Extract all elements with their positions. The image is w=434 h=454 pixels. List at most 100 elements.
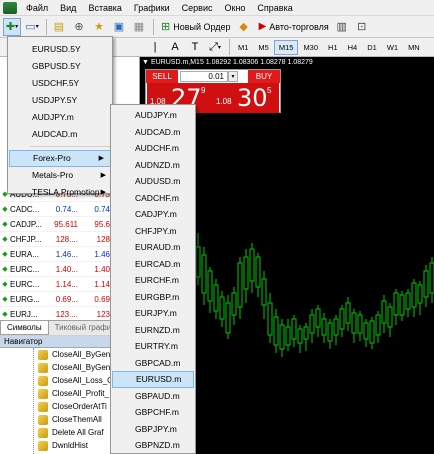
buy-button[interactable]: BUY <box>248 70 280 83</box>
submenu-item-symbol[interactable]: GBPJPY.m <box>111 421 195 438</box>
table-row[interactable]: ◆ EURA... 1.46... 1.46 <box>0 247 110 262</box>
navigator-icon[interactable]: ★ <box>90 18 108 36</box>
tf-w1[interactable]: W1 <box>382 40 403 55</box>
candle-body <box>363 322 369 340</box>
submenu-item-symbol[interactable]: AUDJPY.m <box>111 107 195 124</box>
table-row[interactable]: ◆ EURC... 1.14... 1.14 <box>0 277 110 292</box>
submenu-item-symbol[interactable]: AUDNZD.m <box>111 157 195 174</box>
autotrading-icon: ▶ <box>258 21 267 32</box>
candle-body <box>339 308 345 330</box>
menu-item-symbol[interactable]: AUDCAD.m <box>8 126 112 143</box>
candle-body <box>345 302 351 324</box>
tf-m1[interactable]: M1 <box>233 40 253 55</box>
menu-charts[interactable]: Графики <box>128 0 176 16</box>
submenu-item-symbol[interactable]: EURCHF.m <box>111 272 195 289</box>
candle-body <box>369 320 375 344</box>
candle-body <box>273 316 279 346</box>
submenu-item-symbol[interactable]: AUDCAD.m <box>111 124 195 141</box>
candle-body <box>249 248 255 282</box>
submenu-item-symbol[interactable]: GBPNZD.m <box>111 437 195 454</box>
menu-item-symbol[interactable]: USDCHF.5Y <box>8 75 112 92</box>
sell-button[interactable]: SELL <box>146 70 178 83</box>
table-row[interactable]: ◆ CADC... 0.74... 0.74 <box>0 202 110 217</box>
market-watch-icon[interactable]: ▤ <box>50 18 68 36</box>
tf-mn[interactable]: MN <box>403 40 425 55</box>
new-order-button[interactable]: ⊞ Новый Ордер <box>157 18 235 36</box>
autotrading-button[interactable]: ▶ Авто-торговля <box>255 18 333 36</box>
candle-body <box>393 292 399 316</box>
candle-body <box>357 314 363 334</box>
menu-file[interactable]: Файл <box>20 0 54 16</box>
menu-item-symbol[interactable]: AUDJPY.m <box>8 109 112 126</box>
new-chart-icon[interactable]: ✚ ▾ <box>3 17 21 36</box>
candle-body <box>243 256 249 290</box>
menu-item-tesla-promotion[interactable]: TESLA Promotion ▶ <box>8 184 112 201</box>
candle-body <box>219 296 225 320</box>
submenu-arrow-icon: ▶ <box>100 189 106 196</box>
tab-tick-chart[interactable]: Тиковый графи <box>49 321 119 335</box>
submenu-item-symbol[interactable]: CHFJPY.m <box>111 223 195 240</box>
submenu-item-symbol[interactable]: GBPCHF.m <box>111 404 195 421</box>
metaeditor-icon[interactable]: ◆ <box>235 18 253 36</box>
submenu-item-symbol[interactable]: EURAUD.m <box>111 239 195 256</box>
menu-item-symbol[interactable]: USDJPY.5Y <box>8 92 112 109</box>
profiles-icon[interactable]: ▭ ▾ <box>23 18 41 36</box>
tf-m15[interactable]: M15 <box>273 39 299 55</box>
chart-type-icon[interactable]: ▥ <box>333 18 351 36</box>
expert-advisor-icon <box>38 401 48 412</box>
terminal-icon[interactable]: ▣ <box>110 18 128 36</box>
table-row[interactable]: ◆ EURG... 0.69... 0.69 <box>0 292 110 307</box>
menu-insert[interactable]: Вставка <box>82 0 127 16</box>
submenu-item-symbol[interactable]: EURNZD.m <box>111 322 195 339</box>
submenu-item-symbol[interactable]: GBPAUD.m <box>111 388 195 405</box>
tf-h1[interactable]: H1 <box>323 40 343 55</box>
up-arrow-icon: ◆ <box>2 221 8 228</box>
menu-item-forex-pro[interactable]: Forex-Pro ▶ <box>9 150 111 167</box>
expert-advisor-icon <box>38 362 48 373</box>
candle-body <box>297 328 303 344</box>
text-icon[interactable]: | <box>146 38 164 56</box>
lot-spinner-icon[interactable]: ▾ <box>228 71 238 82</box>
submenu-item-symbol[interactable]: EURCAD.m <box>111 256 195 273</box>
menu-item-symbol[interactable]: GBPUSD.5Y <box>8 58 112 75</box>
submenu-item-symbol[interactable]: CADJPY.m <box>111 206 195 223</box>
tf-m30[interactable]: M30 <box>298 40 323 55</box>
submenu-item-eurusd-selected[interactable]: EURUSD.m <box>112 371 194 388</box>
candle-body <box>303 326 309 340</box>
menu-item-symbol[interactable]: EURUSD.5Y <box>8 41 112 58</box>
arrows-icon[interactable]: ⤢ ▾ <box>206 38 224 56</box>
submenu-item-symbol[interactable]: GBPCAD.m <box>111 355 195 372</box>
submenu-item-symbol[interactable]: CADCHF.m <box>111 190 195 207</box>
zoom-icon[interactable]: ⊡ <box>353 18 371 36</box>
tf-d1[interactable]: D1 <box>362 40 382 55</box>
lot-size-input[interactable]: 0.01 <box>180 71 228 82</box>
label-icon[interactable]: A <box>166 38 184 56</box>
menu-window[interactable]: Окно <box>219 0 252 16</box>
tab-symbols[interactable]: Символы <box>0 321 49 335</box>
tlabel-icon[interactable]: T <box>186 38 204 56</box>
submenu-item-symbol[interactable]: EURTRY.m <box>111 338 195 355</box>
tf-m5[interactable]: M5 <box>253 40 273 55</box>
table-row[interactable]: ◆ CADJP... 95.611 95.6 <box>0 217 110 232</box>
tf-h4[interactable]: H4 <box>343 40 363 55</box>
table-row[interactable]: ◆ CHFJP... 128.... 128 <box>0 232 110 247</box>
candle-body <box>201 254 207 294</box>
menu-tools[interactable]: Сервис <box>176 0 219 16</box>
buy-price-box[interactable]: 1.08 30 5 <box>213 83 279 113</box>
more-icon[interactable] <box>140 38 144 56</box>
submenu-item-symbol[interactable]: AUDUSD.m <box>111 173 195 190</box>
submenu-item-symbol[interactable]: EURGBP.m <box>111 289 195 306</box>
up-arrow-icon: ◆ <box>2 296 8 303</box>
menu-view[interactable]: Вид <box>54 0 82 16</box>
strategy-tester-icon[interactable]: ▦ <box>130 18 148 36</box>
data-window-icon[interactable]: ⊕ <box>70 18 88 36</box>
submenu-item-symbol[interactable]: AUDCHF.m <box>111 140 195 157</box>
table-row[interactable]: ◆ EURC... 1.40... 1.40 <box>0 262 110 277</box>
candle-body <box>267 302 273 336</box>
menu-item-metals-pro[interactable]: Metals-Pro ▶ <box>8 167 112 184</box>
candle-body <box>375 314 381 336</box>
new-order-label: Новый Ордер <box>173 21 231 32</box>
menu-help[interactable]: Справка <box>251 0 298 16</box>
candle-body <box>291 318 297 340</box>
submenu-item-symbol[interactable]: EURJPY.m <box>111 305 195 322</box>
